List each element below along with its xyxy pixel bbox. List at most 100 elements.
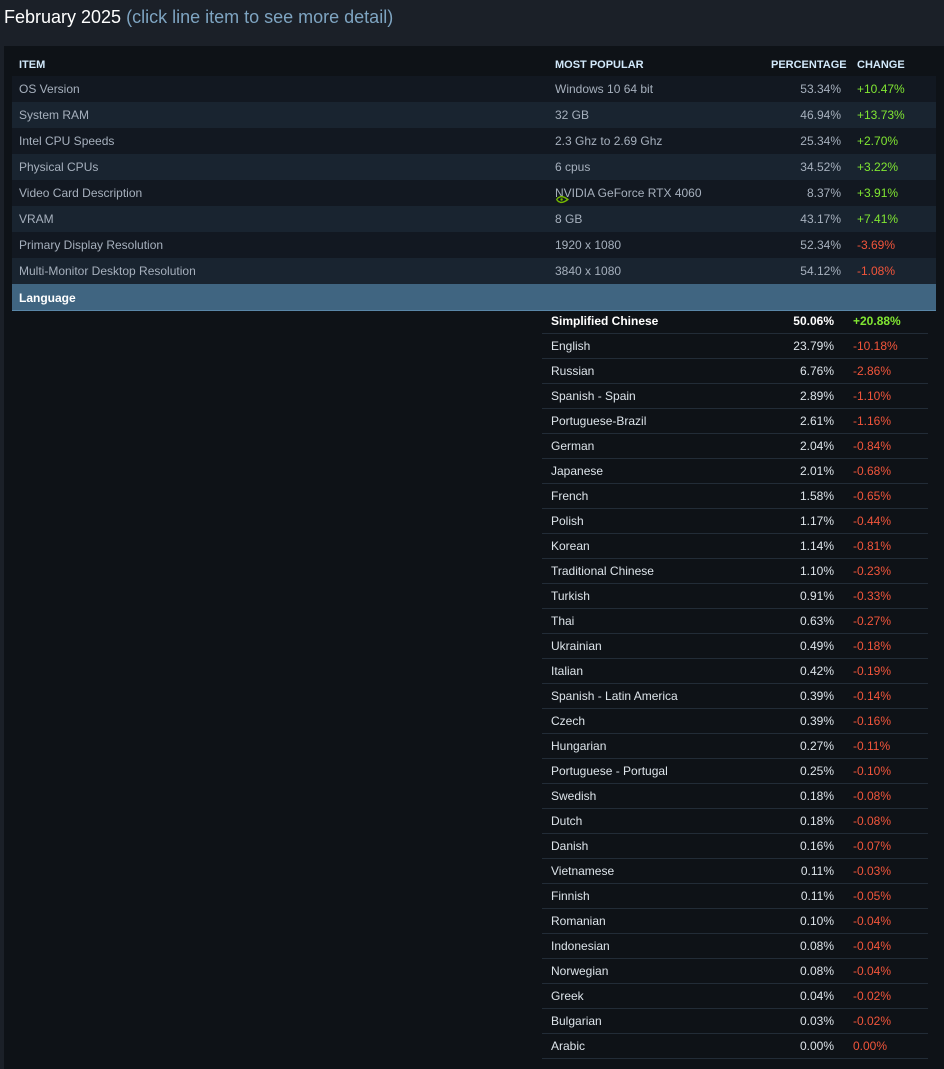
- language-name: Finnish: [551, 889, 590, 903]
- language-name: Turkish: [551, 589, 590, 603]
- language-percentage: 23.79%: [793, 339, 834, 353]
- row-most-popular: 32 GB: [555, 109, 589, 122]
- language-change: -0.04%: [853, 914, 892, 928]
- language-name: Indonesian: [551, 939, 610, 953]
- language-breakdown-list: Simplified Chinese 50.06% +20.88% English 23…: [542, 309, 928, 1059]
- row-percentage: 54.12%: [800, 264, 841, 278]
- language-percentage: 0.11%: [800, 889, 834, 903]
- table-row[interactable]: Multi-Monitor Desktop Resolution 3840 x 1…: [12, 258, 936, 284]
- language-change: -0.08%: [853, 814, 892, 828]
- row-most-popular-text: 32 GB: [555, 108, 590, 122]
- language-change: -0.03%: [853, 864, 892, 878]
- column-header-percentage: PERCENTAGE: [771, 59, 847, 71]
- row-most-popular: 3840 x 1080: [555, 265, 621, 278]
- language-name: Ukrainian: [551, 639, 602, 653]
- language-change: -10.18%: [853, 339, 898, 353]
- language-change: -0.19%: [853, 664, 892, 678]
- list-item: French 1.58% -0.65%: [542, 484, 928, 509]
- table-row[interactable]: Intel CPU Speeds 2.3 Ghz to 2.69 Ghz 25.34…: [12, 128, 936, 154]
- table-row[interactable]: VRAM 8 GB 43.17% +7.41%: [12, 206, 936, 232]
- language-change: -0.84%: [853, 439, 892, 453]
- table-row[interactable]: Physical CPUs 6 cpus 34.52% +3.22%: [12, 154, 936, 180]
- row-item-label: VRAM: [19, 212, 54, 226]
- language-change: -0.65%: [853, 489, 892, 503]
- list-item: Romanian 0.10% -0.04%: [542, 909, 928, 934]
- language-percentage: 2.61%: [799, 414, 834, 428]
- language-name: Bulgarian: [551, 1014, 602, 1028]
- language-percentage: 0.91%: [799, 589, 834, 603]
- row-item-label: Intel CPU Speeds: [19, 134, 115, 148]
- list-item: Portuguese - Portugal 0.25% -0.10%: [542, 759, 928, 784]
- language-change: -0.11%: [853, 739, 891, 753]
- language-change: -0.04%: [853, 939, 892, 953]
- list-item: Ukrainian 0.49% -0.18%: [542, 634, 928, 659]
- language-change: -0.10%: [853, 764, 892, 778]
- language-name: Portuguese-Brazil: [551, 414, 647, 428]
- list-item: Danish 0.16% -0.07%: [542, 834, 928, 859]
- language-change: 0.00%: [853, 1039, 888, 1053]
- row-percentage: 25.34%: [800, 134, 841, 148]
- row-change: +3.22%: [857, 160, 899, 174]
- table-row[interactable]: Primary Display Resolution 1920 x 1080 52.…: [12, 232, 936, 258]
- language-change: -0.08%: [853, 789, 892, 803]
- row-item-label: Physical CPUs: [19, 160, 99, 174]
- list-item: Polish 1.17% -0.44%: [542, 509, 928, 534]
- language-percentage: 0.42%: [799, 664, 834, 678]
- list-item: Swedish 0.18% -0.08%: [542, 784, 928, 809]
- list-item: Korean 1.14% -0.81%: [542, 534, 928, 559]
- language-name: Swedish: [551, 789, 597, 803]
- language-percentage: 1.10%: [799, 564, 834, 578]
- list-item: Thai 0.63% -0.27%: [542, 609, 928, 634]
- language-name: Danish: [551, 839, 589, 853]
- list-item: Italian 0.42% -0.19%: [542, 659, 928, 684]
- language-percentage: 0.00%: [799, 1039, 834, 1053]
- stat-rows: OS Version Windows 10 64 bit 53.34% +10.47%…: [12, 76, 936, 284]
- row-percentage: 43.17%: [800, 212, 841, 226]
- list-item: Simplified Chinese 50.06% +20.88%: [542, 309, 928, 334]
- language-percentage: 1.17%: [799, 514, 834, 528]
- list-item: Bulgarian 0.03% -0.02%: [542, 1009, 928, 1034]
- row-item-label: Video Card Description: [19, 186, 143, 200]
- language-change: -2.86%: [853, 364, 892, 378]
- stats-table: ITEM MOST POPULAR PERCENTAGE CHANGE OS V…: [12, 54, 936, 311]
- language-change: -0.16%: [853, 714, 892, 728]
- row-change: +2.70%: [857, 134, 899, 148]
- language-percentage: 0.10%: [799, 914, 834, 928]
- row-percentage: 46.94%: [800, 108, 841, 122]
- list-item: English 23.79% -10.18%: [542, 334, 928, 359]
- language-row[interactable]: Language: [12, 284, 936, 311]
- language-name: Traditional Chinese: [551, 564, 654, 578]
- language-name: Portuguese - Portugal: [551, 764, 668, 778]
- language-change: -0.27%: [853, 614, 892, 628]
- list-item: Arabic 0.00% 0.00%: [542, 1034, 928, 1059]
- language-name: Italian: [551, 664, 584, 678]
- language-name: Arabic: [551, 1039, 586, 1053]
- row-most-popular: NVIDIA GeForce RTX 4060: [555, 186, 702, 204]
- language-name: Russian: [551, 364, 595, 378]
- row-most-popular-text: Windows 10 64 bit: [555, 82, 654, 96]
- row-most-popular-text: NVIDIA GeForce RTX 4060: [555, 186, 702, 200]
- language-name: Korean: [551, 539, 590, 553]
- row-change: -3.69%: [857, 238, 896, 252]
- language-percentage: 0.11%: [800, 864, 834, 878]
- language-change: -0.23%: [853, 564, 892, 578]
- language-change: -1.16%: [853, 414, 892, 428]
- language-name: Spanish - Spain: [551, 389, 636, 403]
- list-item: Spanish - Spain 2.89% -1.10%: [542, 384, 928, 409]
- table-row[interactable]: System RAM 32 GB 46.94% +13.73%: [12, 102, 936, 128]
- list-item: Finnish 0.11% -0.05%: [542, 884, 928, 909]
- table-row[interactable]: Video Card Description NVIDIA GeForce RTX…: [12, 180, 936, 206]
- language-name: Spanish - Latin America: [551, 689, 678, 703]
- language-change: -0.07%: [853, 839, 892, 853]
- language-percentage: 0.08%: [799, 939, 834, 953]
- language-name: Czech: [551, 714, 586, 728]
- language-percentage: 0.03%: [799, 1014, 834, 1028]
- table-row[interactable]: OS Version Windows 10 64 bit 53.34% +10.47%: [12, 76, 936, 102]
- language-name: Simplified Chinese: [551, 314, 659, 328]
- language-percentage: 0.39%: [799, 689, 834, 703]
- row-change: +3.91%: [857, 186, 899, 200]
- row-change: -1.08%: [857, 264, 896, 278]
- language-percentage: 0.18%: [799, 789, 834, 803]
- language-name: Thai: [551, 614, 575, 628]
- list-item: Norwegian 0.08% -0.04%: [542, 959, 928, 984]
